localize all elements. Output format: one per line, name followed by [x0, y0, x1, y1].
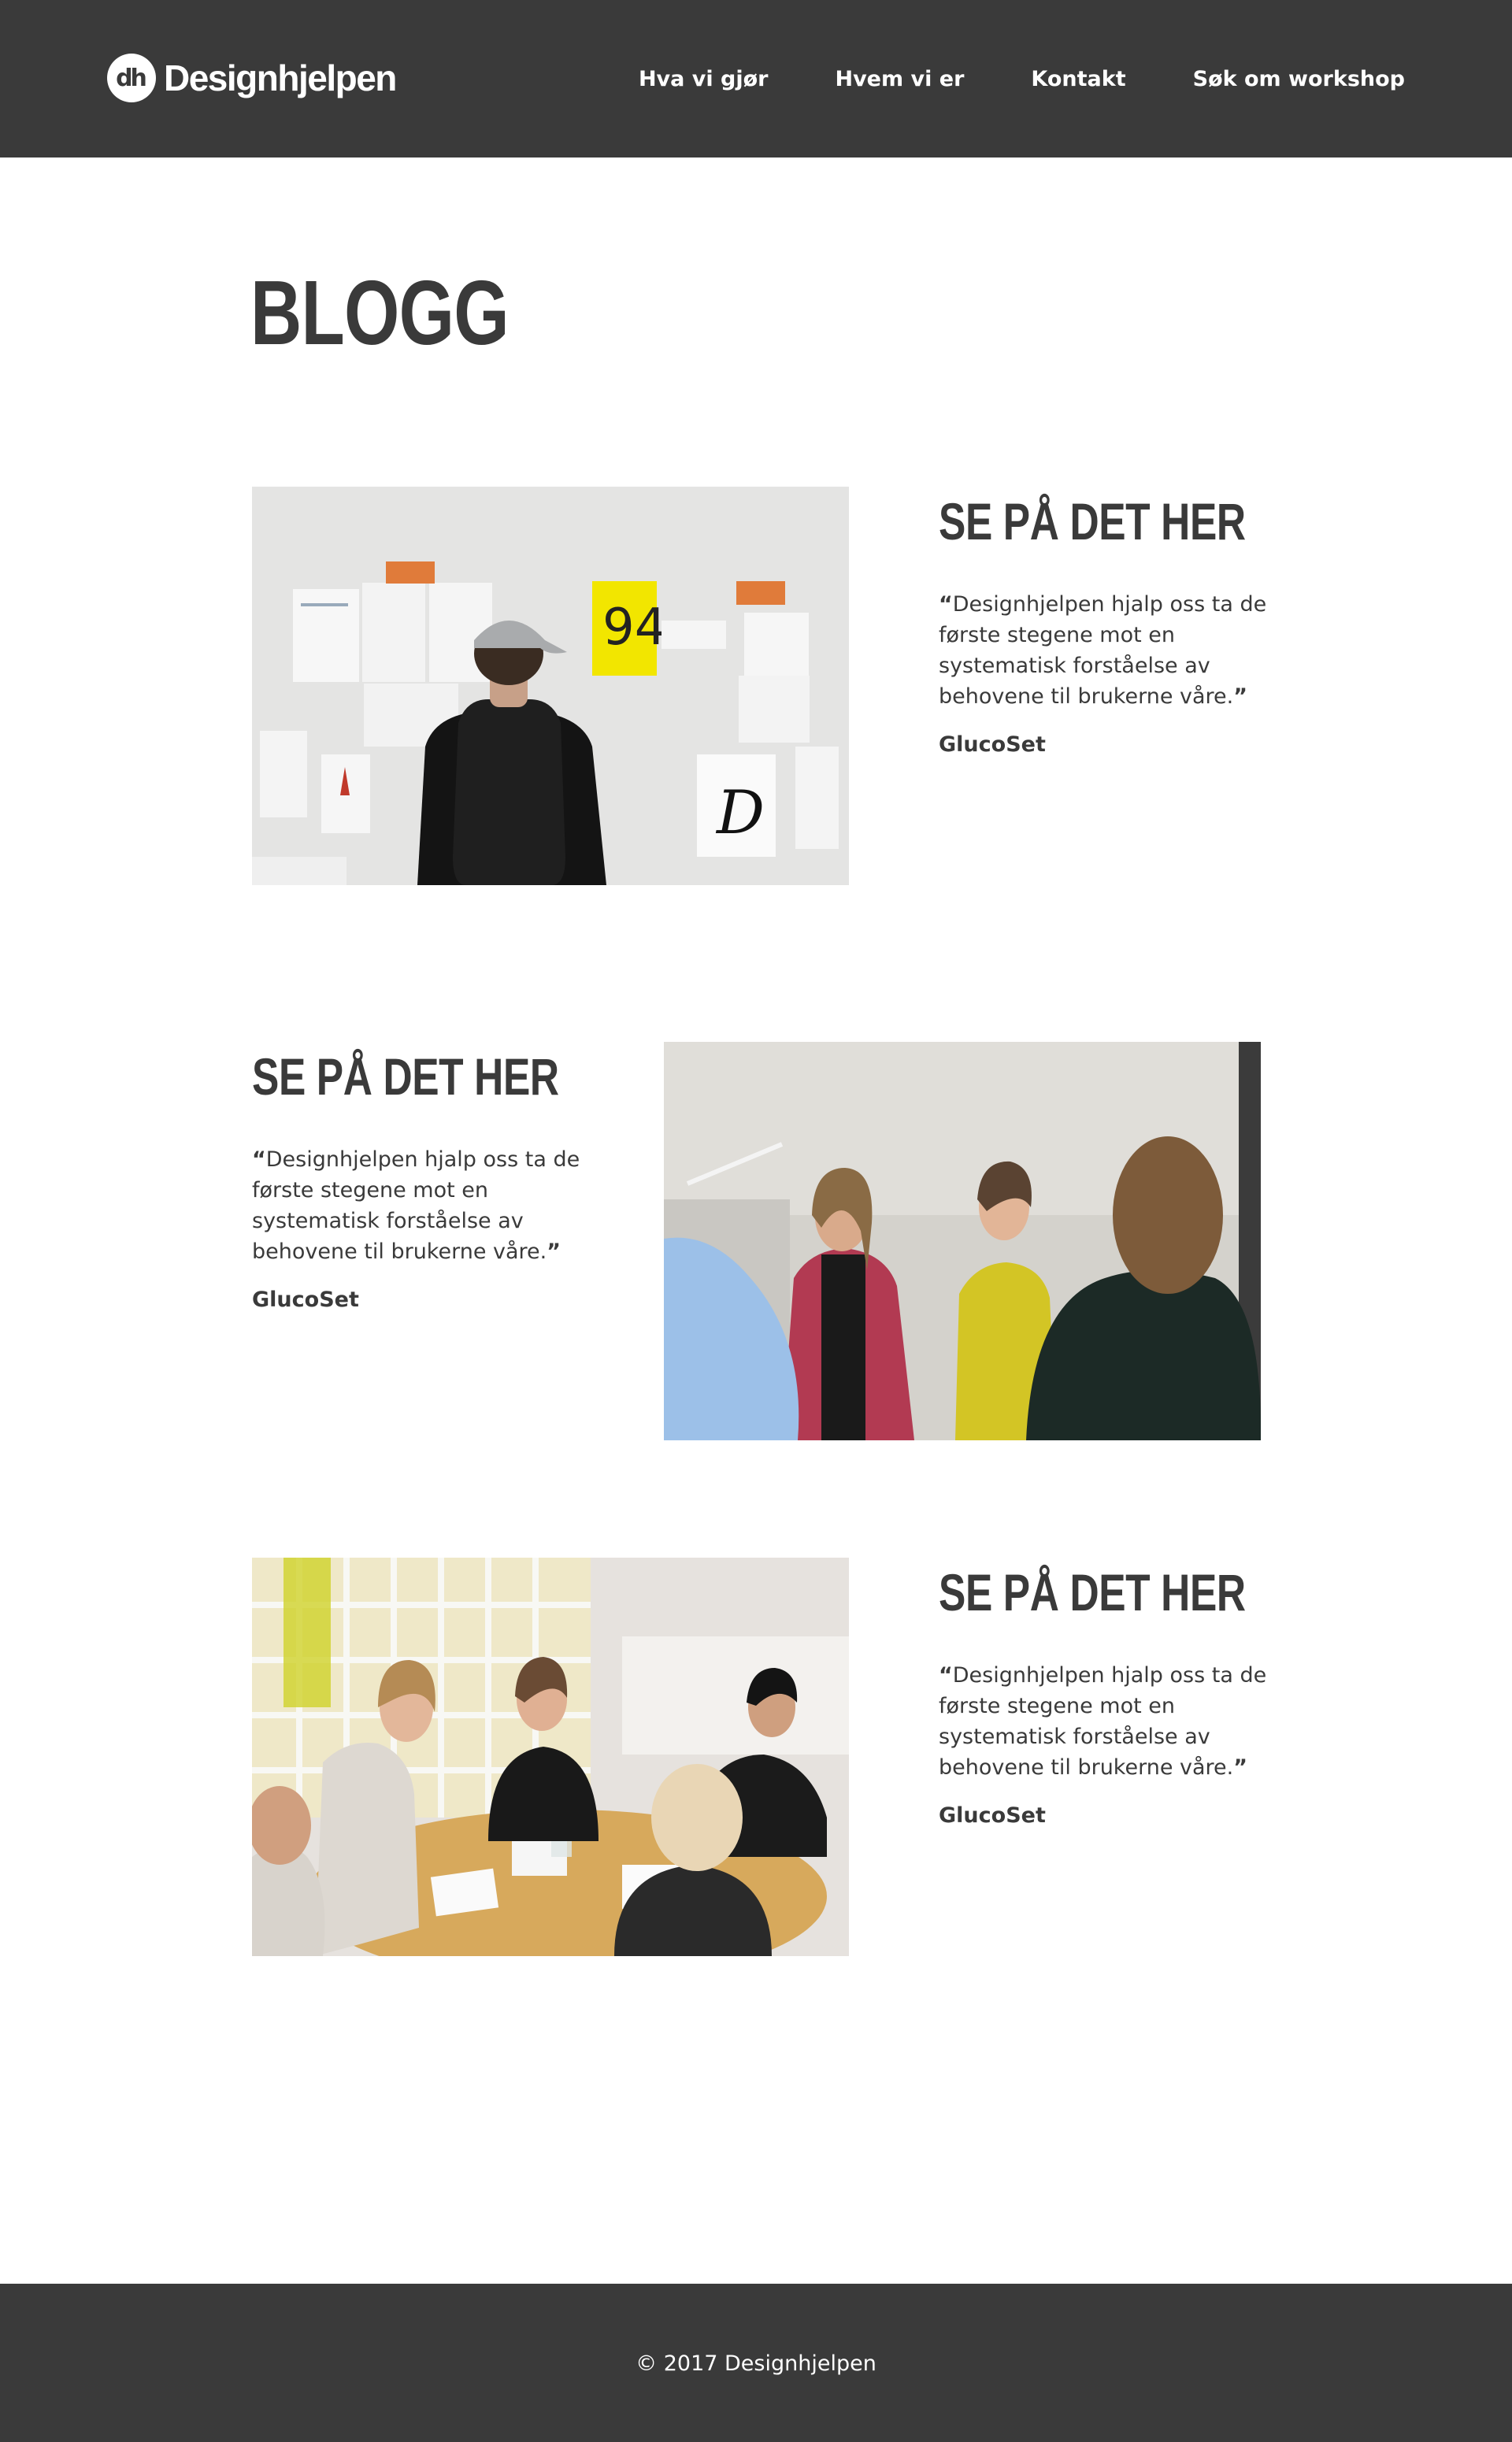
logo[interactable]: dh Designhjelpen — [107, 54, 397, 102]
post-quote: “Designhjelpen hjalp oss ta de første st… — [252, 1144, 583, 1267]
quote-text: Designhjelpen hjalp oss ta de første ste… — [939, 592, 1267, 709]
nav-link-sok-om-workshop[interactable]: Søk om workshop — [1193, 66, 1405, 93]
post-heading[interactable]: SE PÅ DET HER — [939, 491, 1246, 551]
nav-link-kontakt[interactable]: Kontakt — [1031, 66, 1125, 93]
copyright-text: © 2017 Designhjelpen — [636, 2351, 876, 2376]
nav-link-hvem-vi-er[interactable]: Hvem vi er — [835, 66, 964, 93]
logo-mark-text: dh — [116, 64, 147, 92]
post-author: GlucoSet — [939, 732, 1046, 757]
post-quote: “Designhjelpen hjalp oss ta de første st… — [939, 589, 1269, 712]
post-heading[interactable]: SE PÅ DET HER — [252, 1047, 559, 1106]
quote-close-mark: ” — [1233, 1755, 1247, 1780]
post-heading[interactable]: SE PÅ DET HER — [939, 1562, 1246, 1622]
post-photo-group-image — [664, 1042, 1261, 1440]
post-author: GlucoSet — [252, 1288, 359, 1312]
post-image[interactable] — [252, 1558, 849, 1956]
post-photo-wall-image: 94 D — [252, 487, 849, 885]
logo-text: Designhjelpen — [164, 57, 397, 98]
quote-open-mark: “ — [252, 1147, 266, 1172]
nav-link-hva-vi-gjor[interactable]: Hva vi gjør — [639, 66, 769, 93]
site-footer: © 2017 Designhjelpen — [0, 2284, 1512, 2442]
quote-text: Designhjelpen hjalp oss ta de første ste… — [939, 1663, 1267, 1780]
page-title: BLOGG — [250, 261, 510, 364]
post-image[interactable] — [664, 1042, 1261, 1440]
quote-close-mark: ” — [1233, 684, 1247, 709]
logo-mark-icon: dh — [107, 54, 156, 102]
quote-close-mark: ” — [547, 1240, 561, 1264]
post-author: GlucoSet — [939, 1803, 1046, 1828]
quote-text: Designhjelpen hjalp oss ta de første ste… — [252, 1147, 580, 1264]
post-photo-workshop-image — [252, 1558, 849, 1956]
site-header: dh Designhjelpen Hva vi gjør Hvem vi er … — [0, 0, 1512, 157]
main-nav: Hva vi gjør Hvem vi er Kontakt Søk om wo… — [572, 66, 1405, 93]
svg-text:D: D — [715, 777, 765, 847]
post-quote: “Designhjelpen hjalp oss ta de første st… — [939, 1660, 1269, 1783]
quote-open-mark: “ — [939, 1663, 953, 1688]
post-image[interactable]: 94 D — [252, 487, 849, 885]
svg-text:94: 94 — [602, 598, 666, 657]
quote-open-mark: “ — [939, 592, 953, 617]
